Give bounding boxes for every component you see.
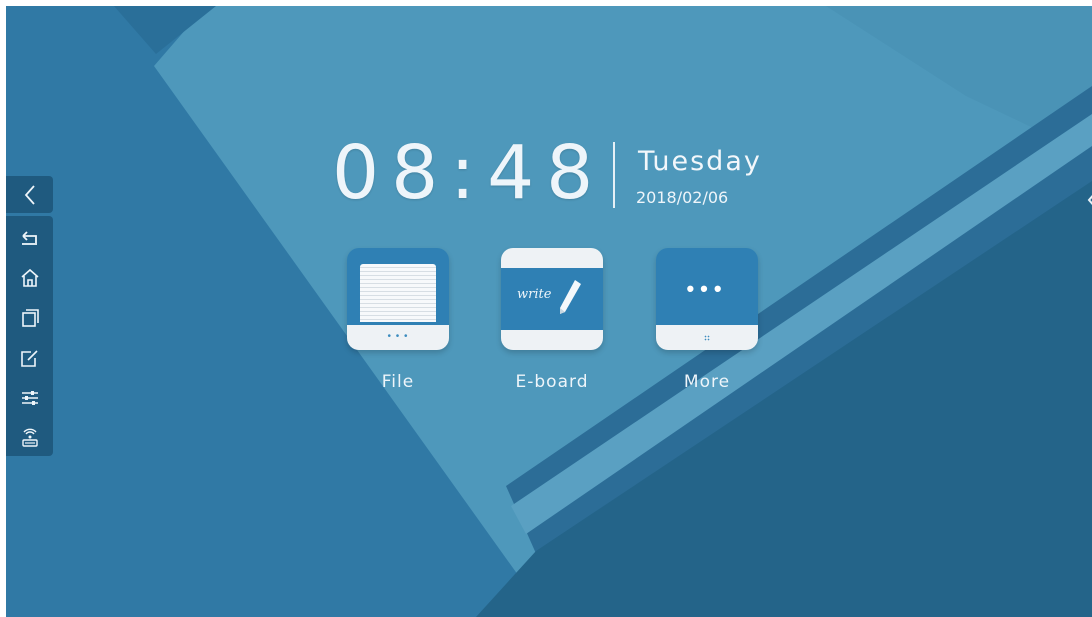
multitask-icon: [22, 309, 39, 327]
sidebar-item-annotate[interactable]: [6, 338, 53, 376]
sidebar-item-settings[interactable]: [6, 378, 53, 416]
chevron-left-icon: [24, 185, 35, 205]
clock-weekday: Tuesday: [638, 146, 762, 177]
app-file-label: File: [381, 372, 415, 392]
clock-date: 2018/02/06: [636, 188, 729, 207]
sidebar-item-home[interactable]: [6, 258, 53, 296]
app-file[interactable]: • • • File: [347, 248, 449, 392]
eboard-icon[interactable]: write: [501, 248, 603, 350]
sidebar-item-multitask[interactable]: [6, 298, 53, 336]
wireless-display-icon: [22, 428, 38, 447]
sidebar-item-wireless-display[interactable]: [6, 418, 53, 456]
app-eboard[interactable]: write E-board: [501, 248, 603, 392]
app-more-label: More: [683, 372, 731, 392]
sidebar: [6, 216, 53, 456]
settings-sliders-icon: [22, 391, 38, 405]
annotate-icon: [21, 350, 38, 367]
sidebar-item-back[interactable]: [6, 218, 53, 256]
file-icon[interactable]: • • •: [347, 248, 449, 350]
more-icon[interactable]: •••: [656, 248, 758, 350]
back-icon: [22, 231, 37, 245]
sidebar-toggle-button[interactable]: [6, 176, 53, 213]
chevron-left-icon[interactable]: [1086, 188, 1092, 212]
eboard-write-text: write: [517, 287, 552, 302]
home-icon: [21, 268, 39, 287]
home-screen: 08:48 Tuesday 2018/02/06 • • • File writ…: [6, 6, 1092, 617]
pen-icon: [560, 280, 581, 314]
app-more[interactable]: ••• More: [656, 248, 758, 392]
app-eboard-label: E-board: [515, 372, 589, 392]
clock-time: 08:48: [332, 130, 606, 216]
clock-divider: [613, 142, 615, 208]
